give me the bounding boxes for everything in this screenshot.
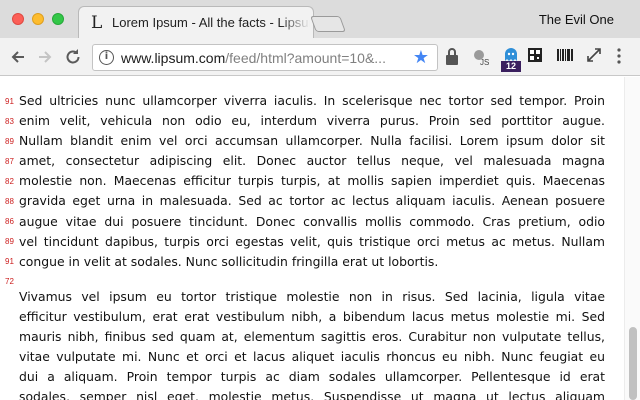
paragraph-line: dui a aliquam. Proin tempor turpis ac di…: [19, 369, 605, 385]
paragraph-line: augue vitae dui posuere tincidunt. Donec…: [19, 213, 605, 229]
line-number: 86: [5, 217, 14, 226]
lock-icon[interactable]: [445, 47, 459, 67]
svg-text:JS: JS: [480, 58, 489, 67]
paragraph-line: gravida eget urna in malesuada. Sed ac t…: [19, 193, 605, 209]
line-number: 91: [5, 97, 14, 106]
qr-code-icon[interactable]: [528, 47, 542, 67]
window-maximize-button[interactable]: [52, 13, 64, 25]
paragraph-line: sodales, semper nisl eget, molestie metu…: [19, 389, 605, 400]
url-path: /feed/html?amount=10&...: [225, 50, 386, 66]
url-host: www.lipsum.com: [121, 50, 226, 66]
paragraph-line: efficitur vestibulum, erat erat vestibul…: [19, 309, 605, 325]
paragraph-line: amet, consectetur adipiscing elit. Donec…: [19, 153, 605, 169]
window-minimize-button[interactable]: [32, 13, 44, 25]
paragraph-line: vel tincidunt dapibus, turpis orci egest…: [19, 233, 605, 249]
vertical-scrollbar[interactable]: [624, 77, 640, 400]
browser-toolbar: i www.lipsum.com/feed/html?amount=10&...…: [0, 38, 640, 76]
paragraph-line: molestie non. Maecenas efficitur turpis …: [19, 173, 605, 189]
window-titlebar: L Lorem Ipsum - All the facts - Lipsum g…: [0, 0, 640, 39]
browser-tab-active[interactable]: L Lorem Ipsum - All the facts - Lipsum g…: [78, 6, 314, 39]
paragraph-line: Nullam blandit enim vel orci accumsan ul…: [19, 133, 605, 149]
lipsum-favicon-icon: L: [91, 13, 103, 33]
line-number: 83: [5, 117, 14, 126]
back-arrow-icon[interactable]: [7, 46, 29, 68]
line-number: 89: [5, 237, 14, 246]
scrollbar-thumb[interactable]: [629, 327, 637, 400]
extension-badge: 12: [501, 61, 521, 72]
paragraph-line: vitae vulputate mi. Nunc et orci et lacu…: [19, 349, 605, 365]
line-number: 82: [5, 177, 14, 186]
bookmark-star-icon[interactable]: ★: [413, 47, 429, 68]
paragraph-line: mauris nibh, finibus sed quam at, elemen…: [19, 329, 605, 345]
url-text[interactable]: www.lipsum.com/feed/html?amount=10&...: [121, 50, 411, 66]
paragraph-line: Vivamus vel ipsum eu tortor tristique mo…: [19, 289, 605, 304]
reload-icon[interactable]: [62, 46, 84, 68]
page-content: 91 83 89 87 82 88 86 89 91 72 Sed ultric…: [0, 77, 624, 400]
forward-arrow-icon[interactable]: [34, 46, 56, 68]
line-number: 72: [5, 277, 14, 286]
paragraph-line: Sed ultricies nunc ullamcorper viverra i…: [19, 93, 605, 108]
menu-icon[interactable]: [616, 47, 622, 67]
profile-name[interactable]: The Evil One: [539, 12, 614, 27]
resize-icon[interactable]: [587, 47, 601, 67]
barcode-icon[interactable]: [557, 47, 573, 67]
tab-title: Lorem Ipsum - All the facts - Lipsum gen…: [112, 15, 310, 30]
line-number: 89: [5, 137, 14, 146]
paragraph-line: enim velit, vehicula non odio eu, interd…: [19, 113, 605, 129]
window-close-button[interactable]: [12, 13, 24, 25]
line-number: 87: [5, 157, 14, 166]
paragraph: Vivamus vel ipsum eu tortor tristique mo…: [19, 287, 605, 400]
line-number: 88: [5, 197, 14, 206]
new-tab-button[interactable]: [310, 16, 346, 32]
address-bar[interactable]: i www.lipsum.com/feed/html?amount=10&...…: [92, 44, 438, 71]
line-number: 91: [5, 257, 14, 266]
paragraph-line: congue in velit at sodales. Nunc sollici…: [19, 253, 439, 269]
info-icon[interactable]: i: [99, 50, 114, 65]
javascript-icon[interactable]: JS: [472, 47, 490, 67]
paragraph: Sed ultricies nunc ullamcorper viverra i…: [19, 91, 605, 272]
